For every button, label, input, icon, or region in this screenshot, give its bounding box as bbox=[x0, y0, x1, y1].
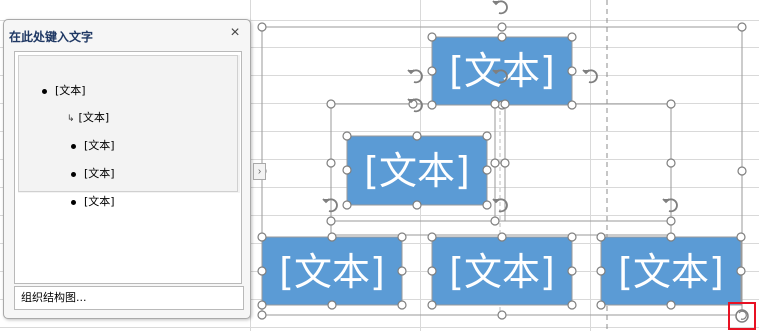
bullet-icon bbox=[71, 143, 76, 149]
node-handle[interactable] bbox=[342, 165, 352, 175]
text-pane-list-frame bbox=[18, 55, 238, 192]
assistant-node-label: [文本] bbox=[364, 149, 470, 193]
list-item-text: [文本] bbox=[84, 195, 115, 208]
node-handle[interactable] bbox=[327, 300, 337, 310]
node-handle[interactable] bbox=[427, 266, 437, 276]
node-handle[interactable] bbox=[397, 266, 407, 276]
list-item-text: [文本] bbox=[84, 139, 115, 152]
node-handle[interactable] bbox=[666, 300, 676, 310]
node-handle[interactable] bbox=[427, 32, 437, 42]
node-handle[interactable] bbox=[567, 300, 577, 310]
assistant-node[interactable]: [文本] bbox=[346, 135, 488, 206]
list-item-text: [文本] bbox=[84, 167, 115, 180]
list-item-text: [文本] bbox=[55, 84, 86, 97]
node-handle[interactable] bbox=[567, 266, 577, 276]
node-handle[interactable] bbox=[596, 266, 606, 276]
text-pane-title: 在此处键入文字 bbox=[9, 30, 94, 44]
node-handle[interactable] bbox=[427, 300, 437, 310]
list-item[interactable]: [文本] bbox=[71, 193, 115, 209]
group-handle[interactable] bbox=[490, 158, 500, 168]
node-handle[interactable] bbox=[327, 232, 337, 242]
text-pane-editor[interactable]: [文本] ↳ [文本] [文本] [文本] [文本] bbox=[14, 51, 242, 284]
node-handle[interactable] bbox=[567, 232, 577, 242]
rotate-handle-icon[interactable] bbox=[582, 69, 598, 84]
group-handle[interactable] bbox=[490, 216, 500, 226]
child-node-2[interactable]: [文本] bbox=[431, 236, 573, 306]
node-handle[interactable] bbox=[412, 200, 422, 210]
text-pane: 在此处键入文字 × [文本] ↳ [文本] [文本] [文本] [文本] 组织结构… bbox=[3, 19, 251, 319]
node-handle[interactable] bbox=[482, 200, 492, 210]
resize-handle[interactable] bbox=[497, 22, 507, 32]
group-handle[interactable] bbox=[326, 99, 336, 109]
group-handle[interactable] bbox=[500, 158, 510, 168]
node-handle[interactable] bbox=[497, 232, 507, 242]
resize-handle[interactable] bbox=[737, 22, 747, 32]
bullet-icon bbox=[71, 171, 76, 177]
node-handle[interactable] bbox=[736, 266, 746, 276]
rotate-handle-icon[interactable] bbox=[662, 198, 678, 213]
group-handle[interactable] bbox=[666, 216, 676, 226]
node-handle[interactable] bbox=[666, 232, 676, 242]
rotate-handle-icon[interactable] bbox=[322, 198, 338, 213]
resize-handle[interactable] bbox=[257, 22, 267, 32]
group-handle[interactable] bbox=[500, 99, 510, 109]
node-handle[interactable] bbox=[427, 232, 437, 242]
node-handle[interactable] bbox=[596, 232, 606, 242]
resize-handle[interactable] bbox=[497, 310, 507, 320]
bullet-icon bbox=[42, 88, 47, 94]
node-handle[interactable] bbox=[736, 232, 746, 242]
sub-item-arrow-icon: ↳ bbox=[67, 114, 75, 124]
list-item[interactable]: [文本] bbox=[71, 137, 115, 153]
child-node-3-label: [文本] bbox=[618, 250, 724, 294]
node-handle[interactable] bbox=[397, 300, 407, 310]
node-handle[interactable] bbox=[427, 100, 437, 110]
list-item-text: [文本] bbox=[78, 111, 110, 124]
group-handle[interactable] bbox=[326, 158, 336, 168]
pane-toggle-button[interactable]: › bbox=[253, 163, 266, 180]
node-handle[interactable] bbox=[567, 100, 577, 110]
assistant-group-frame bbox=[504, 103, 672, 222]
node-handle[interactable] bbox=[257, 266, 267, 276]
group-handle[interactable] bbox=[490, 99, 500, 109]
resize-handle[interactable] bbox=[737, 166, 747, 176]
node-handle[interactable] bbox=[427, 66, 437, 76]
node-handle[interactable] bbox=[482, 131, 492, 141]
node-handle[interactable] bbox=[567, 66, 577, 76]
node-handle[interactable] bbox=[257, 300, 267, 310]
node-handle[interactable] bbox=[596, 300, 606, 310]
list-item[interactable]: [文本] bbox=[71, 165, 115, 181]
org-chart-link[interactable]: 组织结构图... bbox=[14, 286, 244, 310]
rotate-handle-icon[interactable] bbox=[407, 69, 423, 84]
rotate-handle-icon[interactable] bbox=[492, 0, 508, 15]
group-handle[interactable] bbox=[666, 158, 676, 168]
node-handle[interactable] bbox=[497, 32, 507, 42]
child-node-2-label: [文本] bbox=[449, 250, 555, 294]
node-handle[interactable] bbox=[567, 32, 577, 42]
close-icon[interactable]: × bbox=[227, 25, 243, 41]
list-item[interactable]: [文本] bbox=[42, 82, 86, 98]
child-node-3[interactable]: [文本] bbox=[600, 236, 742, 306]
resize-handle[interactable] bbox=[257, 310, 267, 320]
node-handle[interactable] bbox=[257, 232, 267, 242]
node-handle[interactable] bbox=[397, 232, 407, 242]
child-node-1[interactable]: [文本] bbox=[261, 236, 403, 306]
group-handle[interactable] bbox=[666, 99, 676, 109]
list-item[interactable]: ↳ [文本] bbox=[67, 109, 109, 125]
group-handle[interactable] bbox=[326, 216, 336, 226]
node-handle[interactable] bbox=[482, 165, 492, 175]
child-node-1-label: [文本] bbox=[279, 250, 385, 294]
bullet-icon bbox=[71, 199, 76, 205]
node-handle[interactable] bbox=[342, 200, 352, 210]
node-handle[interactable] bbox=[412, 131, 422, 141]
node-handle[interactable] bbox=[342, 131, 352, 141]
